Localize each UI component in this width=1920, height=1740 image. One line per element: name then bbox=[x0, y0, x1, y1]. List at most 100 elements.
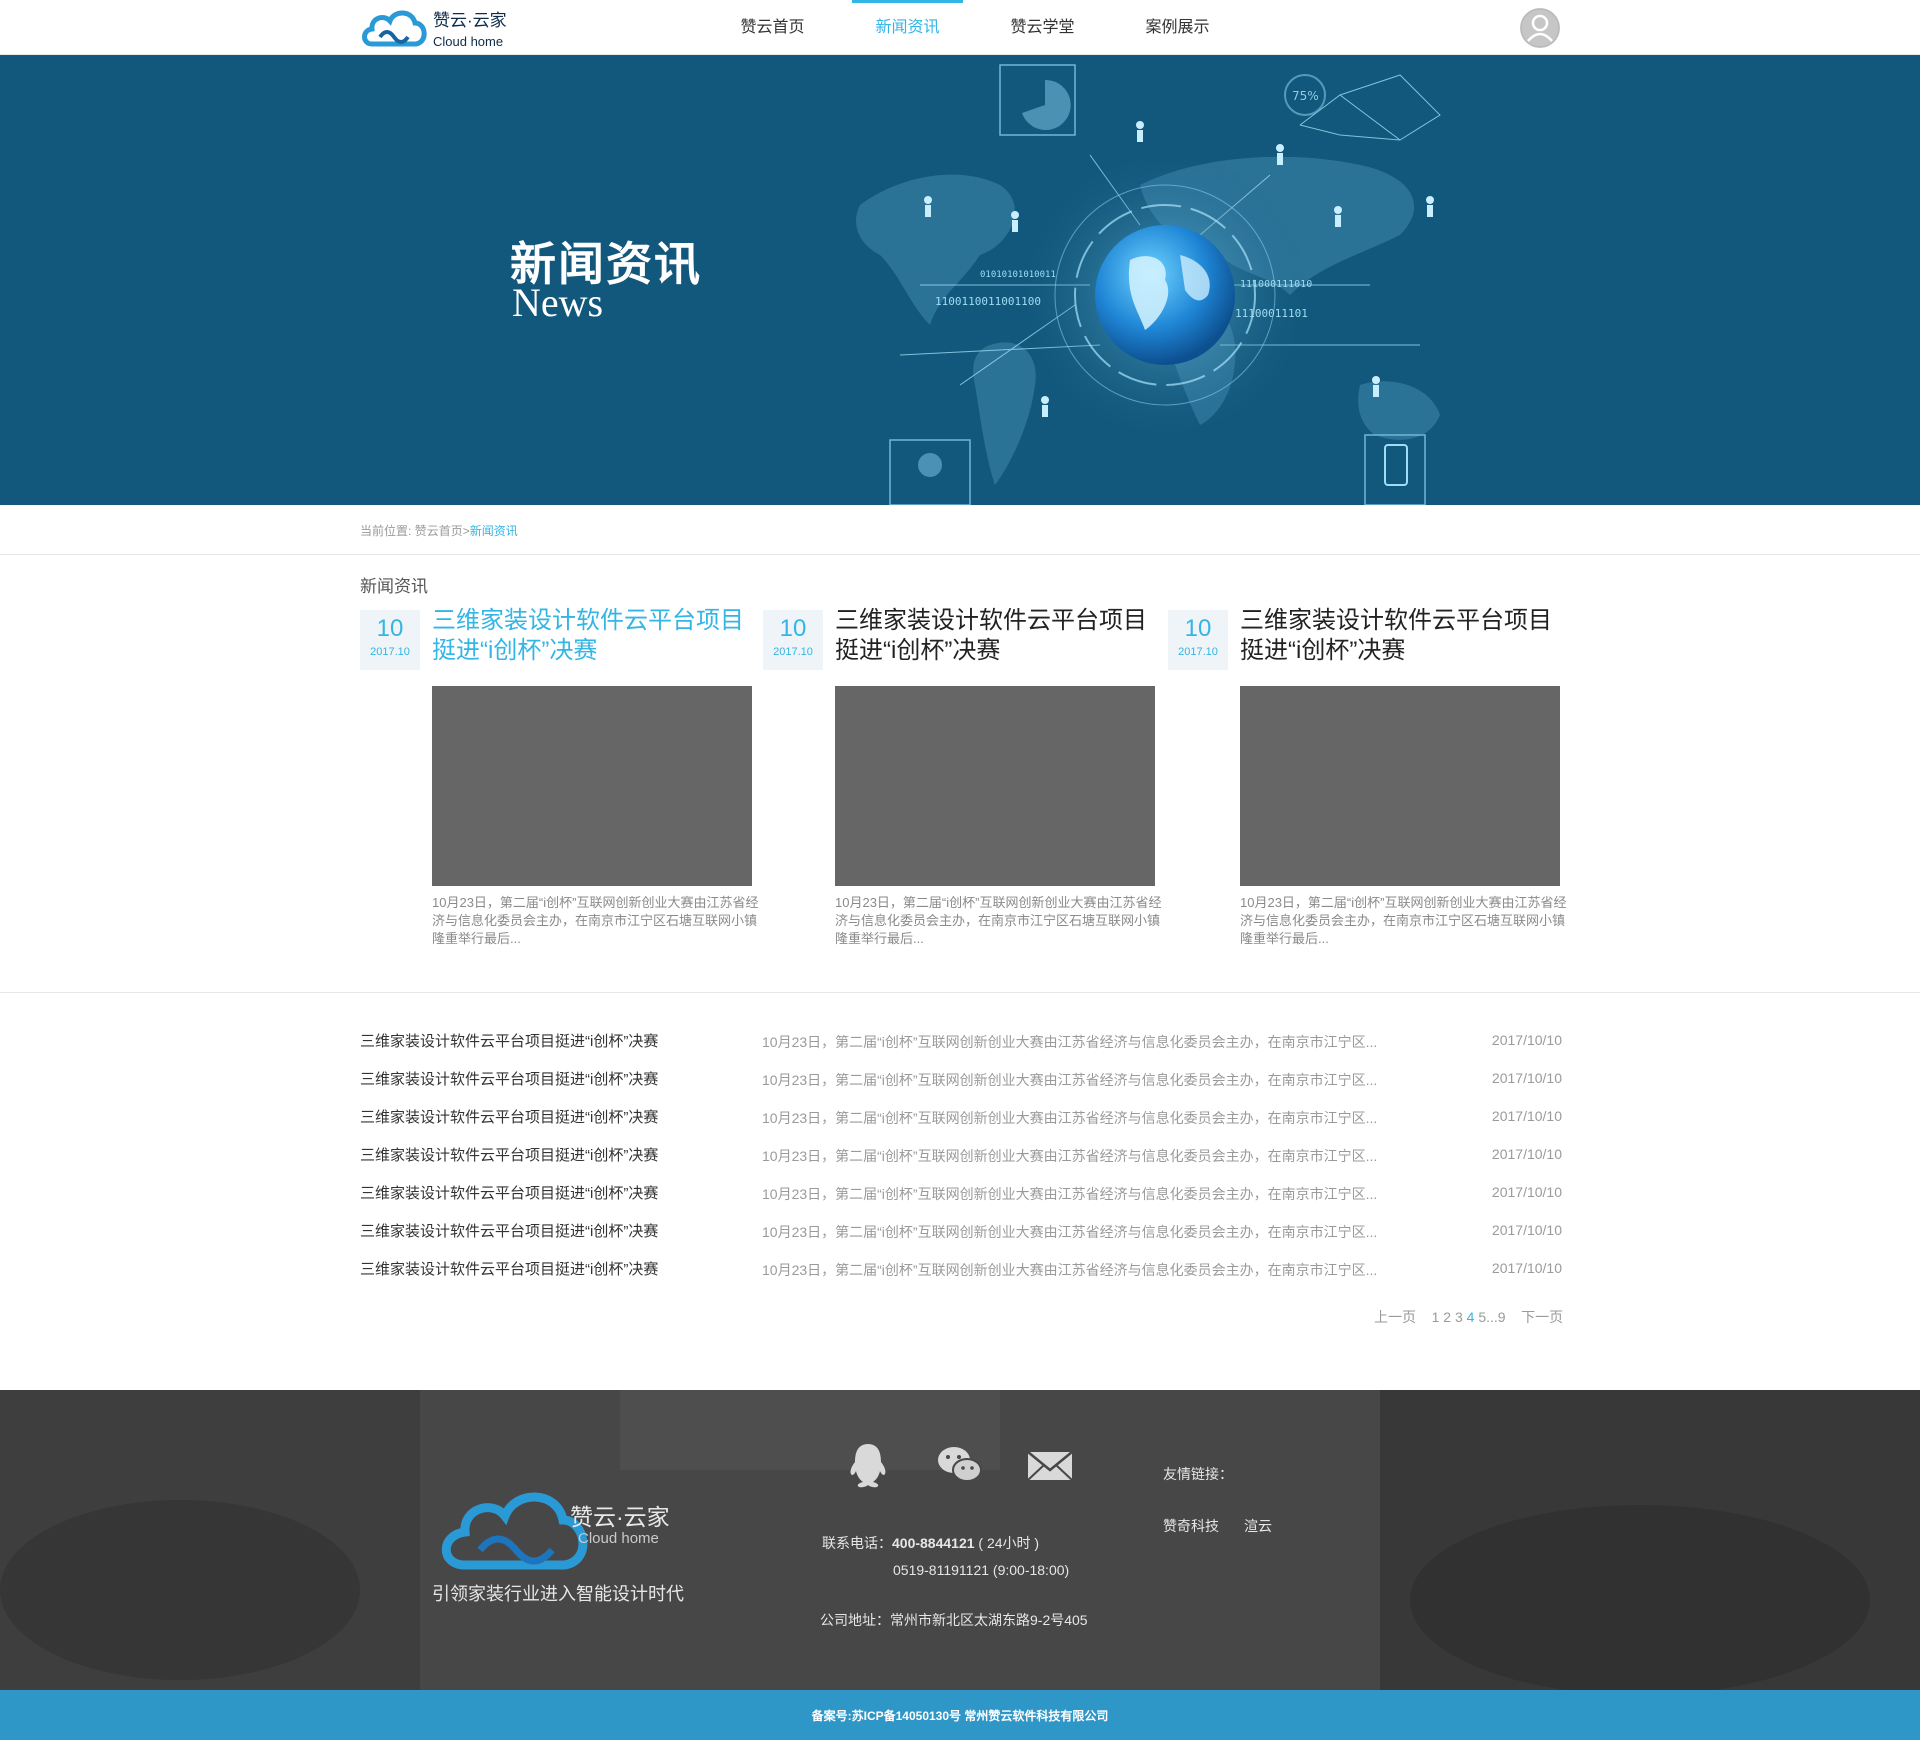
list-item[interactable]: 三维家装设计软件云平台项目挺进“i创杯”决赛 10月23日，第二届“i创杯”互联… bbox=[360, 1212, 1562, 1250]
list-item-date: 2017/10/10 bbox=[1491, 1070, 1562, 1086]
pagination: 上一页 1 2 3 4 5...9 下一页 bbox=[1374, 1307, 1563, 1327]
logo-subtitle: Cloud home bbox=[433, 34, 504, 49]
list-item-date: 2017/10/10 bbox=[1491, 1222, 1562, 1238]
world-network-illustration: 1100110011001100 01010101010011 11100011… bbox=[856, 64, 1441, 505]
date-year-month: 2017.10 bbox=[370, 646, 410, 659]
copyright-text: 备案号:苏ICP备14050130号 常州赞云软件科技有限公司 bbox=[811, 1709, 1109, 1723]
svg-text:11100011101: 11100011101 bbox=[1235, 307, 1308, 320]
list-item-title[interactable]: 三维家装设计软件云平台项目挺进“i创杯”决赛 bbox=[360, 1144, 658, 1165]
date-day: 10 bbox=[1184, 615, 1212, 642]
svg-text:75%: 75% bbox=[1292, 89, 1319, 103]
date-day: 10 bbox=[779, 615, 807, 642]
page-4[interactable]: 4 bbox=[1467, 1309, 1475, 1325]
list-item-summary: 10月23日，第二届“i创杯”互联网创新创业大赛由江苏省经济与信息化委员会主办，… bbox=[762, 1110, 1378, 1126]
page-9[interactable]: 9 bbox=[1498, 1309, 1506, 1325]
footer-logo-subtitle: Cloud home bbox=[578, 1530, 659, 1547]
card-image[interactable] bbox=[1240, 686, 1560, 886]
breadcrumb-label: 当前位置: bbox=[360, 524, 412, 538]
list-item-date: 2017/10/10 bbox=[1491, 1108, 1562, 1124]
nav-item-cases[interactable]: 案例展示 bbox=[1110, 0, 1245, 55]
page-2[interactable]: 2 bbox=[1443, 1309, 1451, 1325]
list-item-summary: 10月23日，第二届“i创杯”互联网创新创业大赛由江苏省经济与信息化委员会主办，… bbox=[762, 1262, 1378, 1278]
footer-address: 公司地址：常州市新北区太湖东路9-2号405 bbox=[820, 1612, 1088, 1628]
top-header: 赞云·云家 Cloud home 赞云首页 新闻资讯 赞云学堂 案例展示 bbox=[0, 0, 1920, 55]
svg-text:01010101010011: 01010101010011 bbox=[980, 270, 1056, 280]
list-item-date: 2017/10/10 bbox=[1491, 1032, 1562, 1048]
card-summary: 10月23日，第二届“i创杯”互联网创新创业大赛由江苏省经济与信息化委员会主办，… bbox=[432, 895, 759, 946]
news-card[interactable]: 10 2017.10 三维家装设计软件云平台项目挺进“i创杯”决赛 10月23日… bbox=[360, 607, 760, 950]
list-item[interactable]: 三维家装设计软件云平台项目挺进“i创杯”决赛 10月23日，第二届“i创杯”互联… bbox=[360, 1250, 1562, 1288]
breadcrumb-bar: 当前位置: 赞云首页>新闻资讯 bbox=[0, 505, 1920, 555]
date-badge: 10 2017.10 bbox=[360, 610, 420, 670]
list-item[interactable]: 三维家装设计软件云平台项目挺进“i创杯”决赛 10月23日，第二届“i创杯”互联… bbox=[360, 1136, 1562, 1174]
list-item-date: 2017/10/10 bbox=[1491, 1184, 1562, 1200]
logo-title: 赞云·云家 bbox=[433, 11, 507, 30]
date-day: 10 bbox=[376, 615, 404, 642]
list-item-title[interactable]: 三维家装设计软件云平台项目挺进“i创杯”决赛 bbox=[360, 1106, 658, 1127]
list-item-title[interactable]: 三维家装设计软件云平台项目挺进“i创杯”决赛 bbox=[360, 1068, 658, 1089]
phone-note: ( 24小时 ) bbox=[978, 1535, 1040, 1551]
card-summary: 10月23日，第二届“i创杯”互联网创新创业大赛由江苏省经济与信息化委员会主办，… bbox=[1240, 895, 1567, 946]
date-year-month: 2017.10 bbox=[1178, 646, 1218, 659]
page-5[interactable]: 5 bbox=[1478, 1309, 1486, 1325]
nav-item-academy[interactable]: 赞云学堂 bbox=[975, 0, 1110, 55]
date-year-month: 2017.10 bbox=[773, 646, 813, 659]
qq-icon[interactable] bbox=[843, 1440, 893, 1490]
list-item-title[interactable]: 三维家装设计软件云平台项目挺进“i创杯”决赛 bbox=[360, 1220, 658, 1241]
list-item[interactable]: 三维家装设计软件云平台项目挺进“i创杯”决赛 10月23日，第二届“i创杯”互联… bbox=[360, 1098, 1562, 1136]
page-1[interactable]: 1 bbox=[1432, 1309, 1440, 1325]
logo[interactable]: 赞云·云家 Cloud home bbox=[360, 4, 520, 52]
section-title: 新闻资讯 bbox=[360, 577, 428, 596]
news-card[interactable]: 10 2017.10 三维家装设计软件云平台项目挺进“i创杯”决赛 10月23日… bbox=[1168, 607, 1568, 950]
phone-label: 联系电话： bbox=[822, 1535, 892, 1551]
date-badge: 10 2017.10 bbox=[763, 610, 823, 670]
list-item[interactable]: 三维家装设计软件云平台项目挺进“i创杯”决赛 10月23日，第二届“i创杯”互联… bbox=[360, 1174, 1562, 1212]
news-card[interactable]: 10 2017.10 三维家装设计软件云平台项目挺进“i创杯”决赛 10月23日… bbox=[763, 607, 1163, 950]
card-image[interactable] bbox=[835, 686, 1155, 886]
list-item-summary: 10月23日，第二届“i创杯”互联网创新创业大赛由江苏省经济与信息化委员会主办，… bbox=[762, 1224, 1378, 1240]
mail-icon[interactable] bbox=[1025, 1440, 1075, 1490]
copyright-bar: 备案号:苏ICP备14050130号 常州赞云软件科技有限公司 bbox=[0, 1690, 1920, 1740]
friend-links-label: 友情链接： bbox=[1163, 1466, 1233, 1482]
list-item-summary: 10月23日，第二届“i创杯”互联网创新创业大赛由江苏省经济与信息化委员会主办，… bbox=[762, 1034, 1378, 1050]
section-divider bbox=[0, 992, 1920, 993]
list-item-date: 2017/10/10 bbox=[1491, 1260, 1562, 1276]
cloud-logo-icon bbox=[362, 10, 427, 47]
card-title-link[interactable]: 三维家装设计软件云平台项目挺进“i创杯”决赛 bbox=[1240, 606, 1570, 666]
footer-logo-title: 赞云·云家 bbox=[570, 1504, 670, 1530]
breadcrumb: 当前位置: 赞云首页>新闻资讯 bbox=[360, 522, 518, 539]
friend-link-zanqi[interactable]: 赞奇科技 bbox=[1163, 1516, 1219, 1536]
list-item[interactable]: 三维家装设计软件云平台项目挺进“i创杯”决赛 10月23日，第二届“i创杯”互联… bbox=[360, 1060, 1562, 1098]
card-image[interactable] bbox=[432, 686, 752, 886]
hero-banner: 1100110011001100 01010101010011 11100011… bbox=[0, 55, 1920, 505]
list-item-title[interactable]: 三维家装设计软件云平台项目挺进“i创杯”决赛 bbox=[360, 1182, 658, 1203]
banner-subtitle: News bbox=[512, 280, 604, 325]
svg-text:111000111010: 111000111010 bbox=[1240, 279, 1312, 290]
wechat-icon[interactable] bbox=[935, 1440, 985, 1490]
friend-link-xuanyun[interactable]: 渲云 bbox=[1244, 1516, 1272, 1536]
nav-item-home[interactable]: 赞云首页 bbox=[705, 0, 840, 55]
footer-slogan: 引领家装行业进入智能设计时代 bbox=[432, 1584, 684, 1604]
list-item-summary: 10月23日，第二届“i创杯”互联网创新创业大赛由江苏省经济与信息化委员会主办，… bbox=[762, 1072, 1378, 1088]
breadcrumb-current: 新闻资讯 bbox=[469, 524, 518, 538]
list-item-summary: 10月23日，第二届“i创杯”互联网创新创业大赛由江苏省经济与信息化委员会主办，… bbox=[762, 1148, 1378, 1164]
breadcrumb-home-link[interactable]: 赞云首页 bbox=[415, 524, 463, 538]
list-item-summary: 10月23日，第二届“i创杯”互联网创新创业大赛由江苏省经济与信息化委员会主办，… bbox=[762, 1186, 1378, 1202]
page-ellipsis: ... bbox=[1486, 1309, 1498, 1325]
card-summary: 10月23日，第二届“i创杯”互联网创新创业大赛由江苏省经济与信息化委员会主办，… bbox=[835, 895, 1162, 946]
card-title-link[interactable]: 三维家装设计软件云平台项目挺进“i创杯”决赛 bbox=[835, 606, 1165, 666]
phone-number: 400-8844121 bbox=[892, 1535, 975, 1551]
next-page-button[interactable]: 下一页 bbox=[1521, 1309, 1563, 1325]
avatar[interactable] bbox=[1520, 8, 1560, 48]
card-title-link[interactable]: 三维家装设计软件云平台项目挺进“i创杯”决赛 bbox=[432, 606, 762, 666]
list-item-date: 2017/10/10 bbox=[1491, 1146, 1562, 1162]
news-list: 三维家装设计软件云平台项目挺进“i创杯”决赛 10月23日，第二届“i创杯”互联… bbox=[360, 1022, 1562, 1288]
page-3[interactable]: 3 bbox=[1455, 1309, 1463, 1325]
date-badge: 10 2017.10 bbox=[1168, 610, 1228, 670]
list-item[interactable]: 三维家装设计软件云平台项目挺进“i创杯”决赛 10月23日，第二届“i创杯”互联… bbox=[360, 1022, 1562, 1060]
nav-item-news[interactable]: 新闻资讯 bbox=[840, 0, 975, 55]
prev-page-button[interactable]: 上一页 bbox=[1374, 1309, 1416, 1325]
list-item-title[interactable]: 三维家装设计软件云平台项目挺进“i创杯”决赛 bbox=[360, 1030, 658, 1051]
list-item-title[interactable]: 三维家装设计软件云平台项目挺进“i创杯”决赛 bbox=[360, 1258, 658, 1279]
user-icon bbox=[1520, 8, 1560, 48]
